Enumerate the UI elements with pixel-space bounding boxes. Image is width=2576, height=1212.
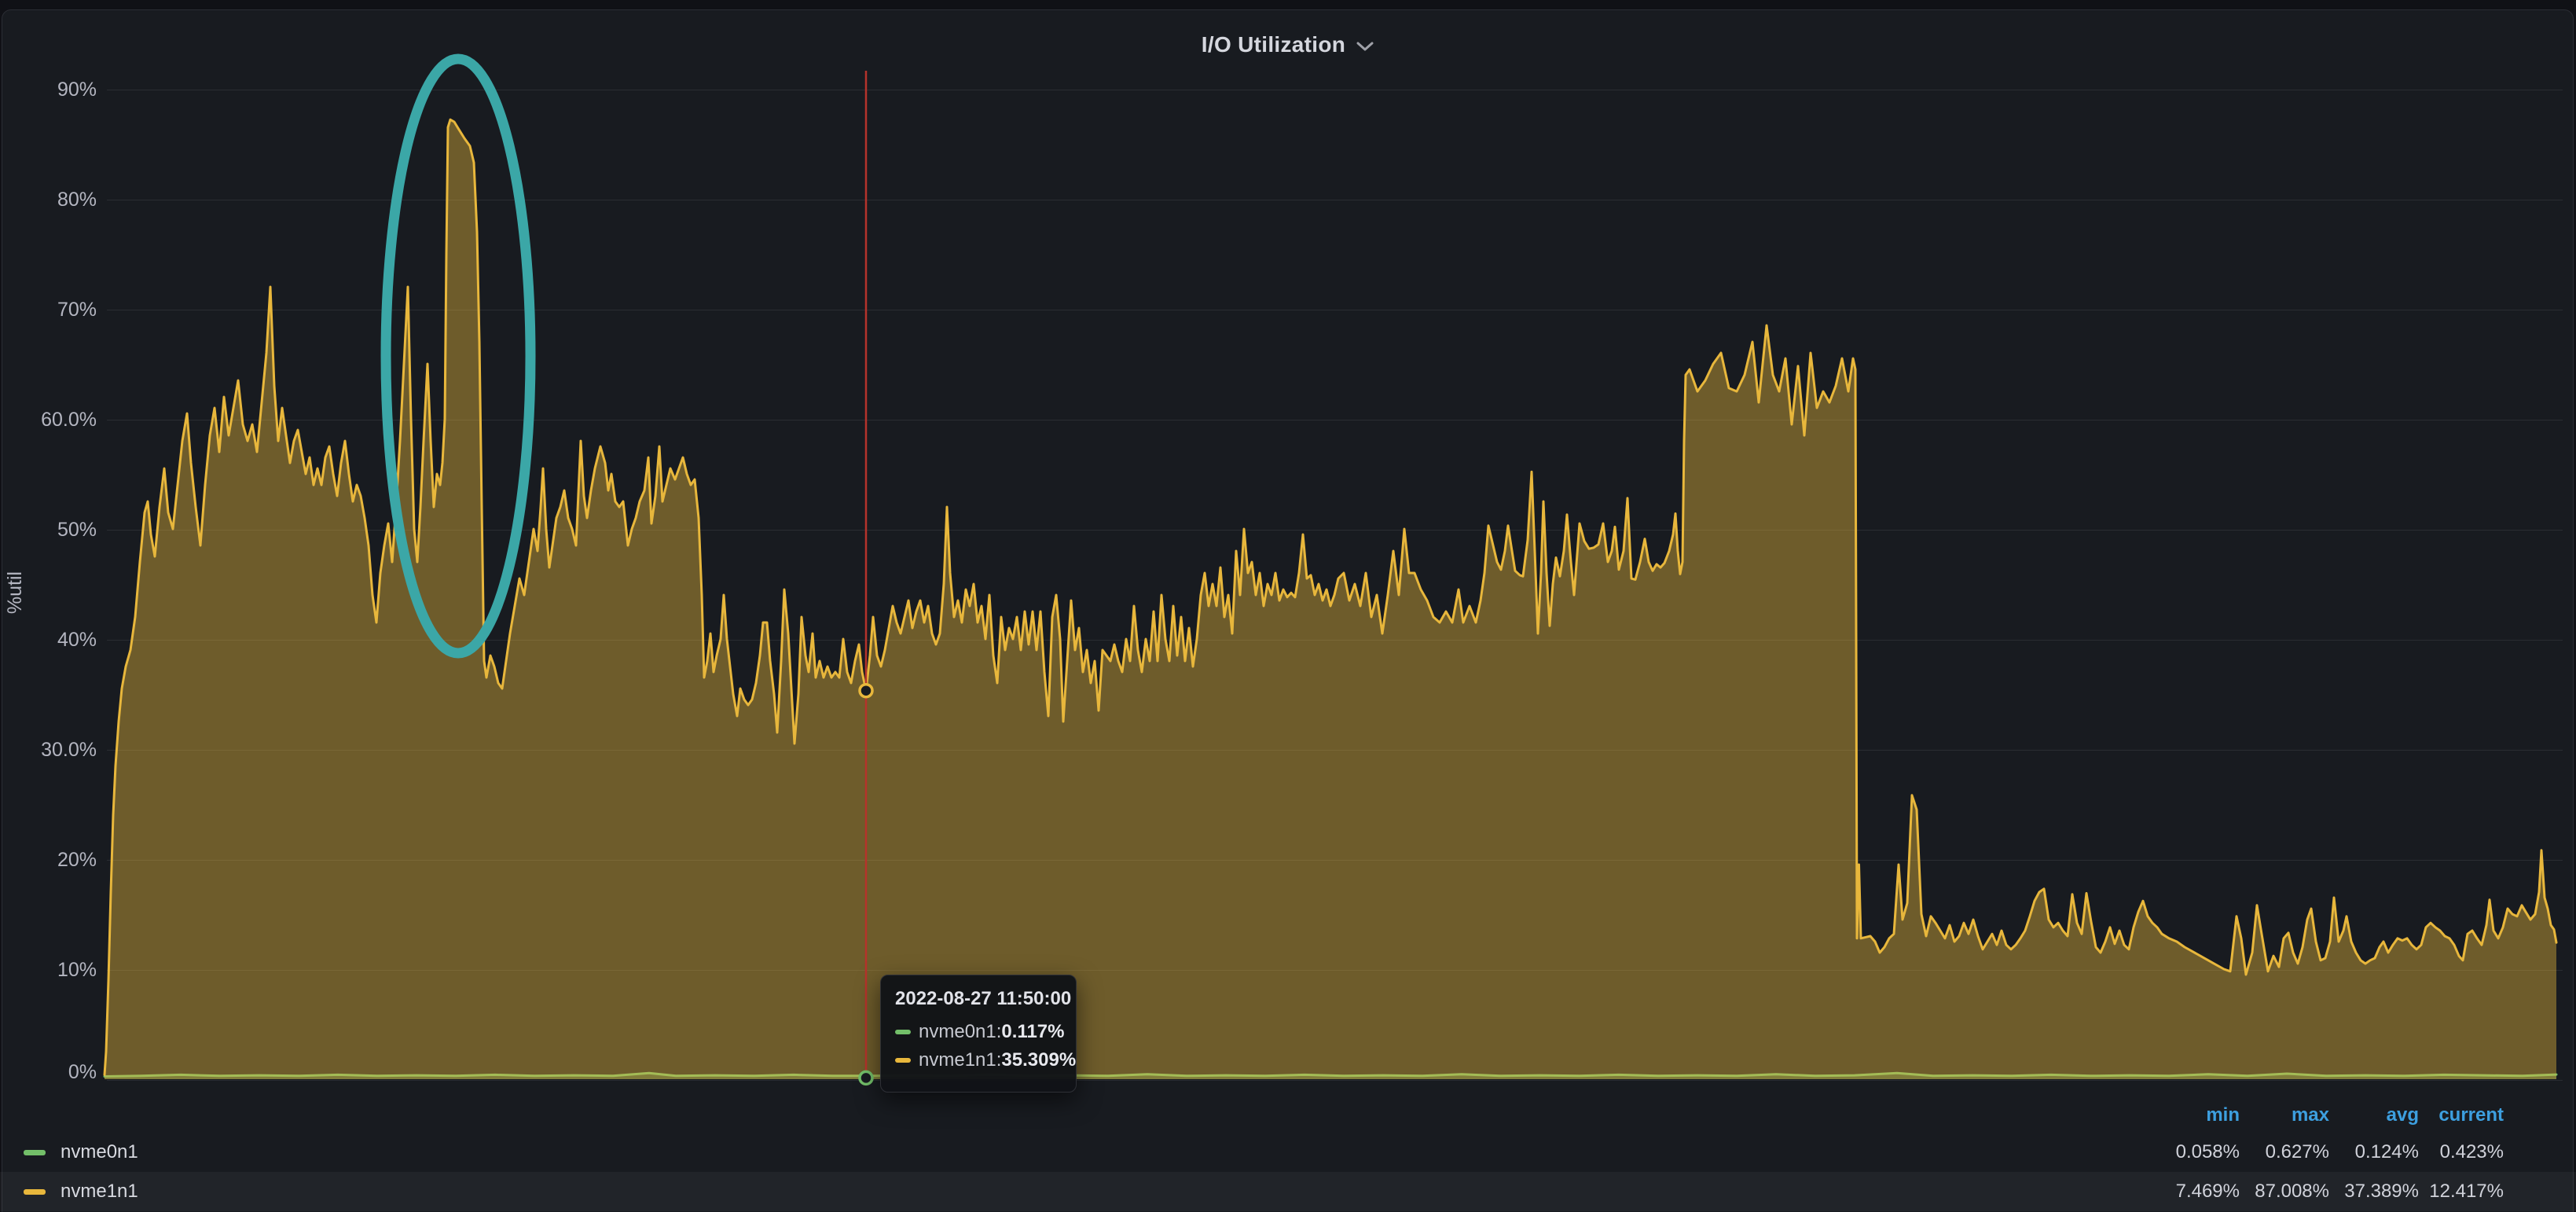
tooltip-row: nvme0n1: 0.117% (895, 1018, 1062, 1046)
tooltip-series-value: 35.309% (1001, 1049, 1076, 1071)
timeseries-chart[interactable] (0, 0, 2576, 1212)
stat-current: 12.417% (2347, 1172, 2504, 1211)
series-swatch (24, 1150, 46, 1155)
legend-row-nvme1n1[interactable]: nvme1n1 7.469% 87.008% 37.389% 12.417% (0, 1172, 2576, 1211)
tooltip-series-value: 0.117% (1001, 1021, 1064, 1043)
legend-label[interactable]: nvme1n1 (61, 1172, 138, 1211)
tooltip-timestamp: 2022-08-27 11:50:00 (895, 988, 1062, 1010)
stat-header-current[interactable]: current (2347, 1099, 2504, 1132)
legend-stats-header: min max avg current (0, 1099, 2576, 1132)
grafana-dashboard: I/O Utilization %util 90%80%70%60.0%50%4… (0, 0, 2576, 1212)
series-color-dash (895, 1058, 911, 1063)
legend-row-nvme0n1[interactable]: nvme0n1 0.058% 0.627% 0.124% 0.423% (0, 1133, 2576, 1172)
chart-tooltip: 2022-08-27 11:50:00 nvme0n1: 0.117% nvme… (880, 975, 1077, 1093)
legend-label[interactable]: nvme0n1 (61, 1133, 138, 1172)
series-swatch (24, 1189, 46, 1195)
tooltip-series-name: nvme1n1: (919, 1049, 1001, 1071)
tooltip-series-name: nvme0n1: (919, 1021, 1001, 1043)
series-color-dash (895, 1030, 911, 1034)
tooltip-row: nvme1n1: 35.309% (895, 1046, 1062, 1074)
cursor-point-nvme1n1 (860, 685, 872, 697)
stat-current: 0.423% (2347, 1133, 2504, 1172)
series-area-nvme1n1 (105, 119, 2556, 1079)
cursor-point-nvme0n1 (860, 1071, 872, 1084)
